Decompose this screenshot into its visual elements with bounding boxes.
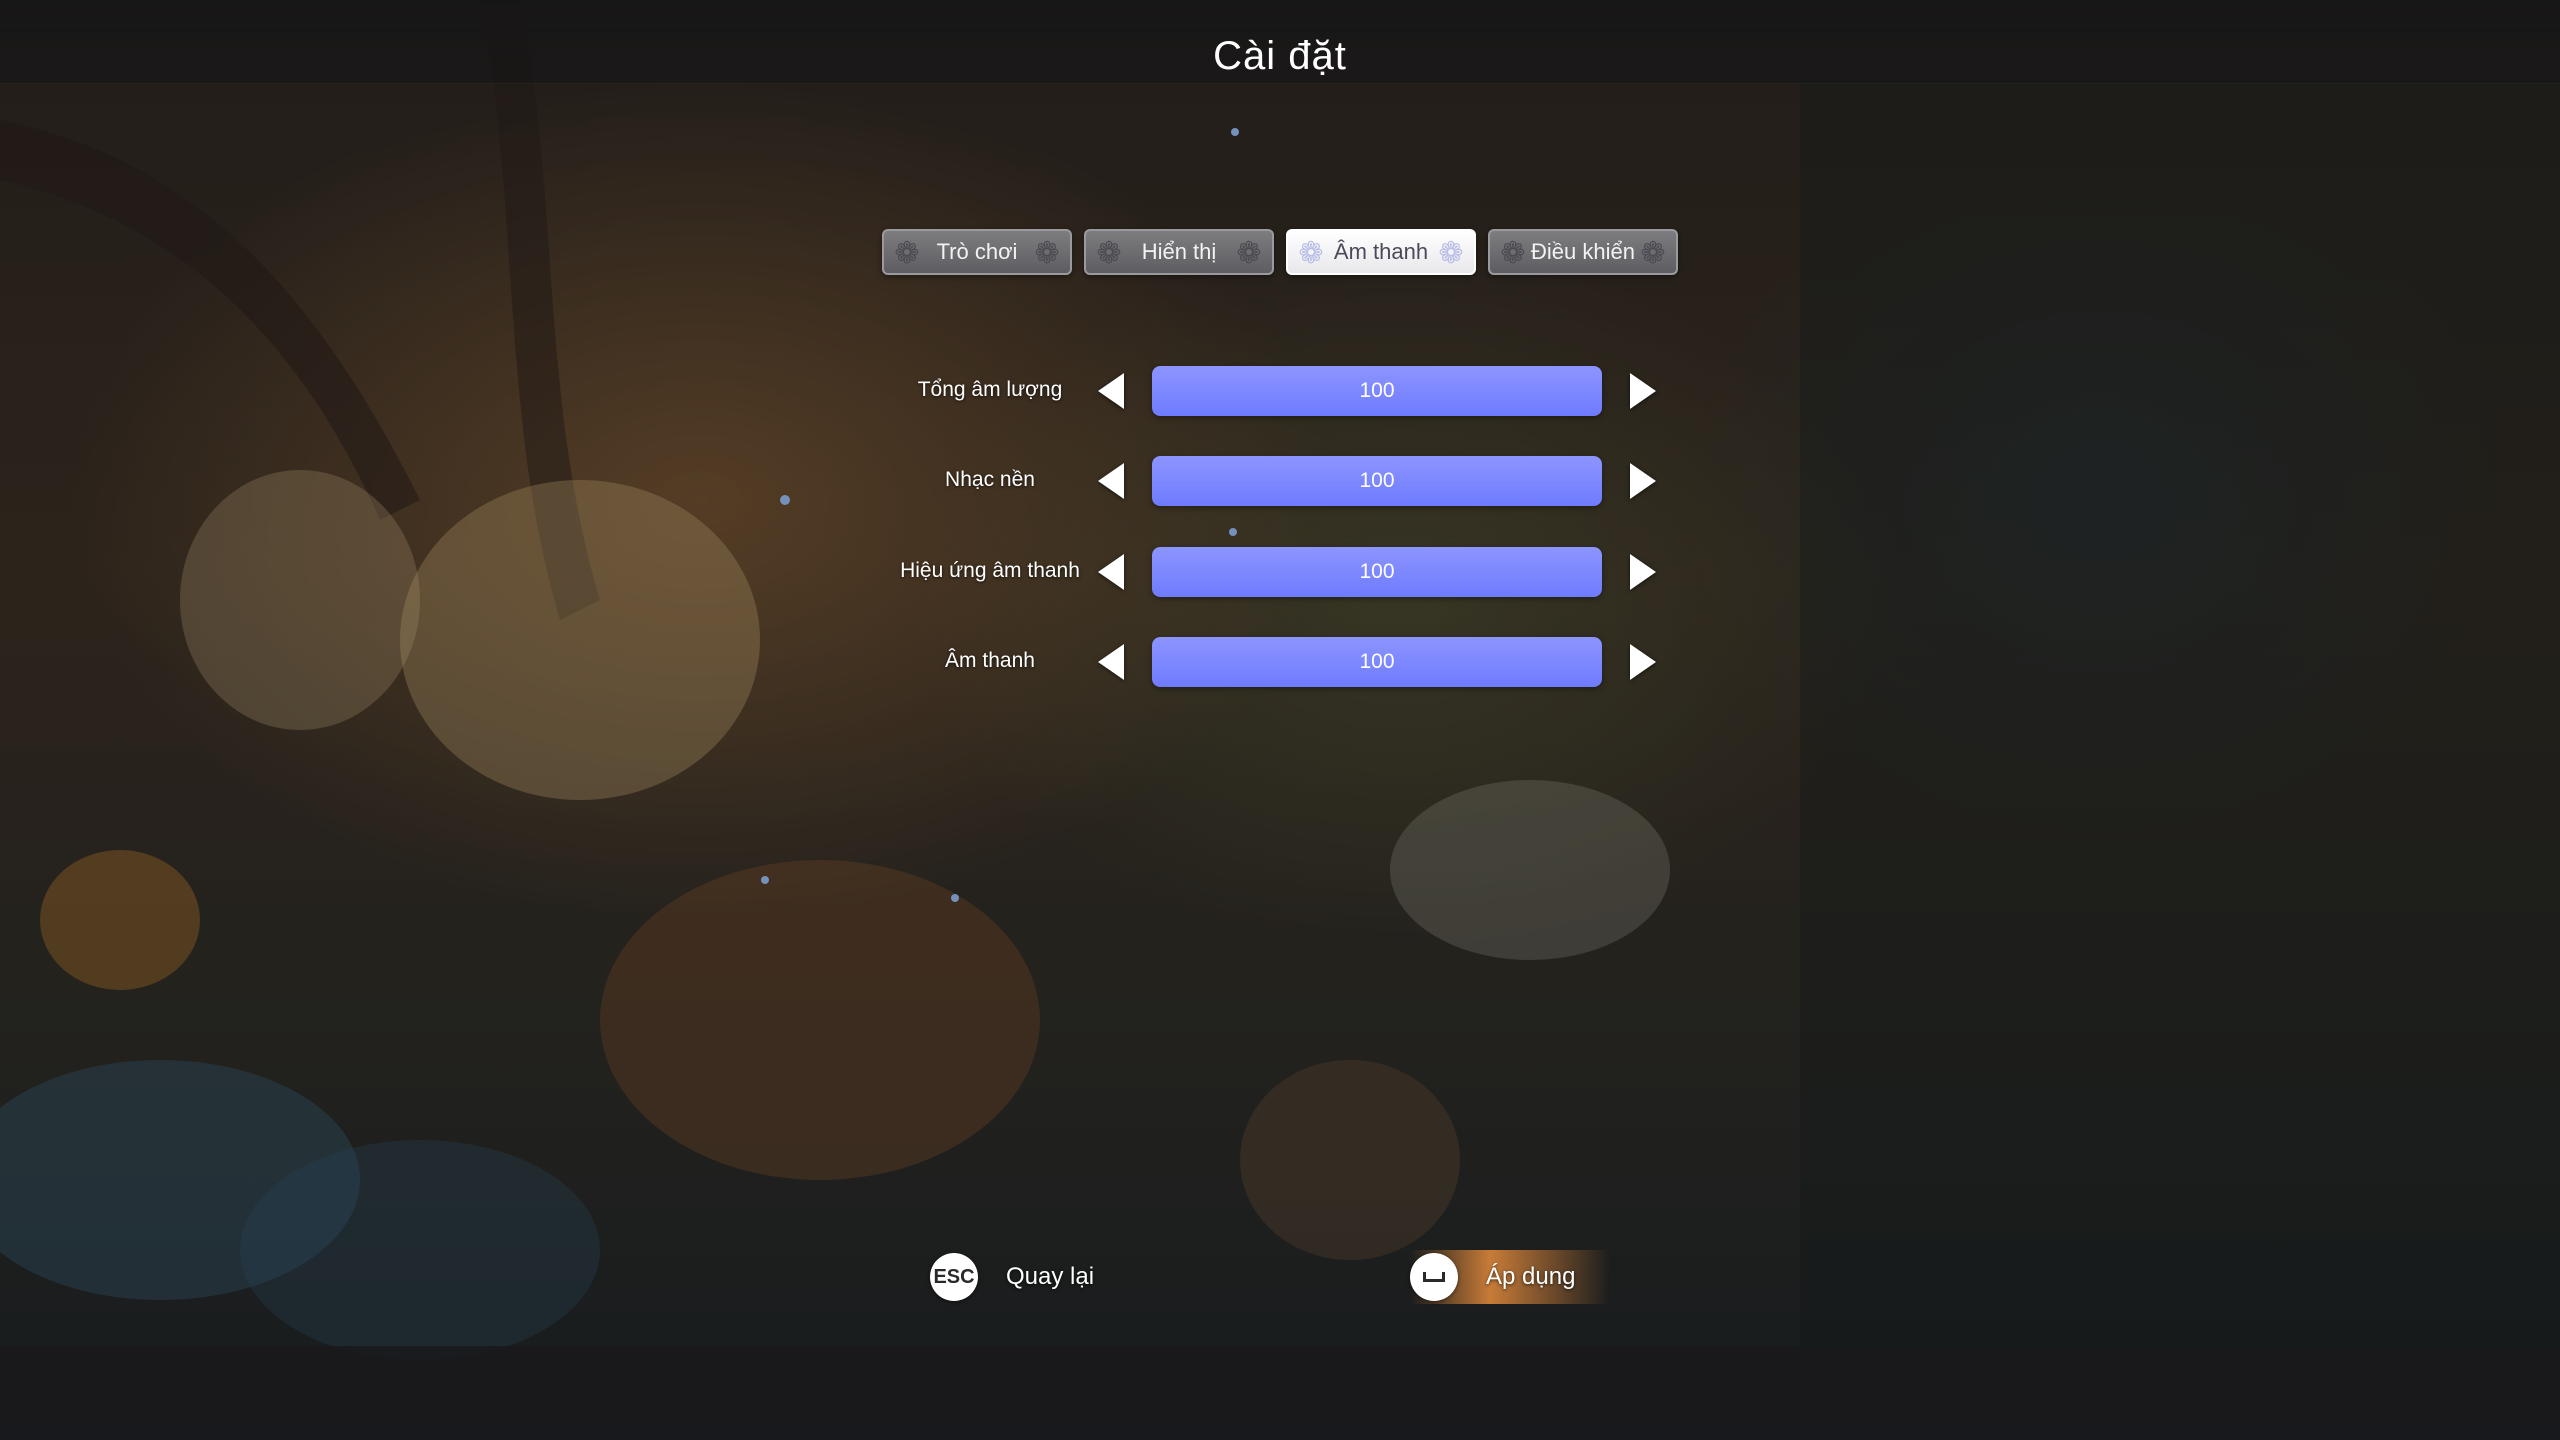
background-artwork (0, 0, 2560, 1440)
tab-label: Trò chơi (936, 239, 1018, 264)
back-button[interactable]: ESC Quay lại (930, 1252, 1094, 1302)
setting-label: Âm thanh (945, 649, 1035, 672)
flower-icon: ❁ (894, 237, 920, 270)
tab-label: Hiển thị (1141, 239, 1217, 264)
arrow-right-icon[interactable] (1630, 644, 1656, 680)
flower-icon: ❁ (1096, 237, 1122, 270)
flower-icon: ❁ (1034, 237, 1060, 270)
arrow-right-icon[interactable] (1630, 554, 1656, 590)
flower-icon: ❁ (1438, 237, 1464, 270)
back-label: Quay lại (1006, 1263, 1095, 1290)
settings-tabs: ❁ Trò chơi ❁ ❁ Hiển thị ❁ ❁ Âm thanh ❁ ❁… (882, 229, 1678, 275)
apply-label: Áp dụng (1486, 1263, 1576, 1290)
arrow-right-icon[interactable] (1630, 373, 1656, 409)
setting-row-master-volume: Tổng âm lượng 100 (0, 366, 2560, 416)
apply-button[interactable]: Áp dụng (1410, 1252, 1575, 1302)
arrow-left-icon[interactable] (1098, 373, 1124, 409)
setting-label: Hiệu ứng âm thanh (900, 559, 1080, 582)
tab-controls[interactable]: ❁ Điều khiển ❁ (1488, 229, 1678, 275)
setting-label: Nhạc nền (945, 468, 1035, 491)
bottom-bar (0, 1346, 2560, 1440)
tab-label: Âm thanh (1333, 239, 1429, 264)
dim-overlay (0, 0, 2560, 1440)
slider-value: 100 (1359, 469, 1395, 492)
slider-value: 100 (1359, 560, 1395, 583)
slider-value: 100 (1359, 379, 1395, 402)
setting-row-music: Nhạc nền 100 (0, 456, 2560, 506)
voice-slider[interactable]: 100 (1152, 637, 1602, 687)
setting-label: Tổng âm lượng (917, 378, 1063, 401)
tab-audio[interactable]: ❁ Âm thanh ❁ (1286, 229, 1476, 275)
music-slider[interactable]: 100 (1152, 456, 1602, 506)
spacebar-icon (1410, 1253, 1458, 1301)
arrow-left-icon[interactable] (1098, 644, 1124, 680)
tab-label: Điều khiển (1531, 239, 1635, 264)
flower-icon: ❁ (1298, 237, 1324, 270)
flower-icon: ❁ (1640, 237, 1666, 270)
flower-icon: ❁ (1236, 237, 1262, 270)
tab-game[interactable]: ❁ Trò chơi ❁ (882, 229, 1072, 275)
setting-row-sfx: Hiệu ứng âm thanh 100 (0, 547, 2560, 597)
tab-display[interactable]: ❁ Hiển thị ❁ (1084, 229, 1274, 275)
esc-key-icon: ESC (930, 1253, 978, 1301)
flower-icon: ❁ (1500, 237, 1526, 270)
arrow-left-icon[interactable] (1098, 463, 1124, 499)
sfx-slider[interactable]: 100 (1152, 547, 1602, 597)
arrow-left-icon[interactable] (1098, 554, 1124, 590)
page-title: Cài đặt (1213, 34, 1347, 78)
arrow-right-icon[interactable] (1630, 463, 1656, 499)
setting-row-voice: Âm thanh 100 (0, 637, 2560, 687)
volume-slider[interactable]: 100 (1152, 366, 1602, 416)
slider-value: 100 (1359, 650, 1395, 673)
